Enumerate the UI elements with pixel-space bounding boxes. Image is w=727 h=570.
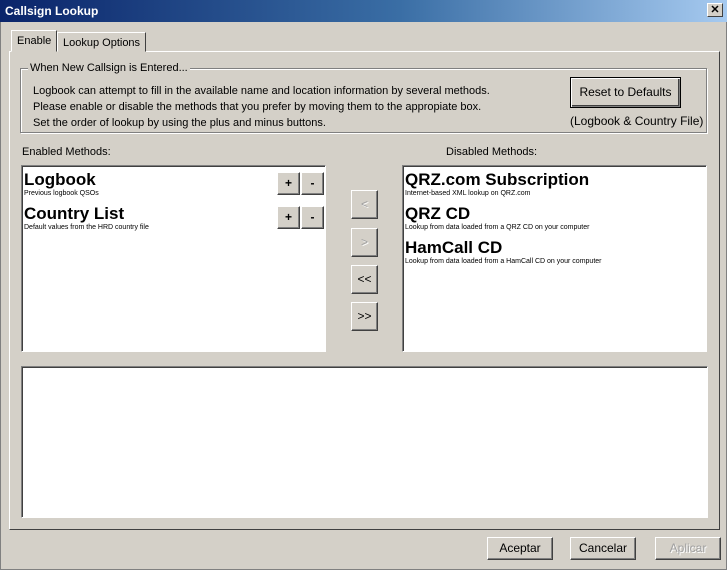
move-left-button[interactable]: < [351, 190, 378, 219]
disabled-item-qrz-subscription-desc: Internet-based XML lookup on QRZ.com [405, 190, 531, 197]
disabled-item-hamcall-cd-desc: Lookup from data loaded from a HamCall C… [405, 258, 602, 265]
title-bar: Callsign Lookup ✕ [0, 0, 727, 22]
move-all-right-button[interactable]: >> [351, 302, 378, 331]
description-line-2: Please enable or disable the methods tha… [33, 101, 482, 113]
move-right-button[interactable]: > [351, 228, 378, 257]
info-area [21, 366, 708, 518]
enabled-item-country-list-title[interactable]: Country List [24, 204, 124, 224]
apply-button[interactable]: Aplicar [655, 537, 721, 560]
disabled-methods-label: Disabled Methods: [446, 146, 538, 158]
cancel-button[interactable]: Cancelar [570, 537, 636, 560]
enabled-item-logbook-desc: Previous logbook QSOs [24, 190, 99, 197]
enabled-item-logbook-title[interactable]: Logbook [24, 170, 96, 190]
logbook-minus-button[interactable]: - [301, 172, 324, 195]
country-list-minus-button[interactable]: - [301, 206, 324, 229]
disabled-methods-list[interactable]: QRZ.com Subscription Internet-based XML … [402, 165, 707, 352]
disabled-item-qrz-cd-title[interactable]: QRZ CD [405, 204, 470, 224]
close-icon: ✕ [710, 4, 720, 16]
ok-button[interactable]: Aceptar [487, 537, 553, 560]
disabled-item-qrz-subscription-title[interactable]: QRZ.com Subscription [405, 170, 589, 190]
enabled-item-country-list-desc: Default values from the HRD country file [24, 224, 149, 231]
move-all-left-button[interactable]: << [351, 265, 378, 294]
reset-note: (Logbook & Country File) [570, 114, 704, 128]
description-line-3: Set the order of lookup by using the plu… [33, 117, 326, 129]
enabled-methods-label: Enabled Methods: [22, 146, 111, 158]
window-title: Callsign Lookup [5, 4, 99, 18]
close-button[interactable]: ✕ [707, 3, 723, 17]
groupbox-label: When New Callsign is Entered... [28, 62, 190, 74]
tab-lookup-options[interactable]: Lookup Options [57, 32, 147, 52]
country-list-plus-button[interactable]: + [277, 206, 300, 229]
disabled-item-hamcall-cd-title[interactable]: HamCall CD [405, 238, 502, 258]
description-line-1: Logbook can attempt to fill in the avail… [33, 85, 490, 97]
reset-to-defaults-button[interactable]: Reset to Defaults [570, 77, 681, 108]
tab-enable[interactable]: Enable [11, 30, 58, 52]
logbook-plus-button[interactable]: + [277, 172, 300, 195]
disabled-item-qrz-cd-desc: Lookup from data loaded from a QRZ CD on… [405, 224, 590, 231]
